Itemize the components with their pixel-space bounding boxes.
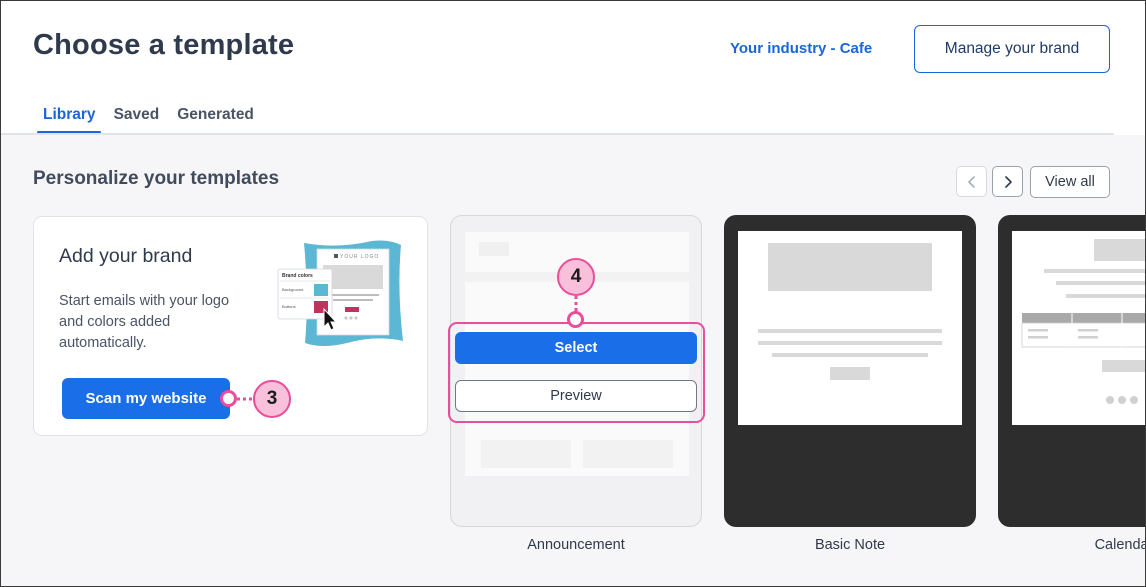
illustration-button: [345, 307, 359, 312]
illustration-popover-row: Background: [282, 287, 303, 292]
illustration-popover-row: Buttons: [282, 304, 296, 309]
illustration-logo-mark: [334, 254, 338, 258]
illustration-popover-title: Brand colors: [282, 273, 313, 279]
app-window: Choose a template Your industry - Cafe M…: [0, 0, 1146, 587]
template-name-basic-note: Basic Note: [814, 537, 886, 553]
brand-card-title: Add your brand: [59, 245, 193, 267]
brand-card-description: Start emails with your logo and colors a…: [59, 291, 259, 354]
template-name-announcement: Announcement: [527, 537, 625, 553]
brand-desc-line: automatically.: [59, 335, 147, 351]
template-card-basic-note[interactable]: [724, 215, 976, 527]
basic-note-thumbnail: [738, 231, 962, 425]
template-name-calendar: Calendar: [1094, 537, 1145, 553]
illustration-logo-text: YOUR LOGO: [340, 254, 379, 260]
tab-library[interactable]: Library: [33, 106, 105, 134]
brand-desc-line: and colors added: [59, 314, 171, 330]
illustration-text-line: [333, 299, 373, 301]
illustration-social-dot: [354, 316, 358, 320]
illustration-text-line: [327, 294, 379, 296]
illustration-background-swatch: [314, 284, 328, 296]
tab-generated[interactable]: Generated: [168, 106, 263, 134]
brand-desc-line: Start emails with your logo: [59, 293, 230, 309]
template-card-calendar[interactable]: [998, 215, 1145, 527]
chevron-left-icon: [967, 175, 975, 188]
preview-template-button[interactable]: Preview: [455, 380, 697, 412]
page-title: Choose a template: [33, 29, 295, 61]
illustration-social-dot: [349, 316, 353, 320]
callout-badge-4: 4: [557, 258, 595, 296]
section-title: Personalize your templates: [33, 168, 280, 189]
tab-bar: Library Saved Generated: [33, 106, 263, 134]
tab-saved[interactable]: Saved: [105, 106, 169, 134]
callout-anchor-dot: [567, 311, 584, 328]
industry-link[interactable]: Your industry - Cafe: [730, 40, 872, 57]
carousel-prev-button[interactable]: [956, 166, 987, 197]
callout-badge-3: 3: [253, 380, 291, 418]
illustration-social-dot: [344, 316, 348, 320]
manage-brand-button[interactable]: Manage your brand: [914, 25, 1110, 73]
carousel-next-button[interactable]: [992, 166, 1023, 197]
chevron-right-icon: [1004, 175, 1012, 188]
brand-illustration: YOUR LOGO Brand colors Background Button…: [277, 240, 403, 346]
select-template-button[interactable]: Select: [455, 332, 697, 364]
callout-anchor-dot: [220, 390, 237, 407]
view-all-button[interactable]: View all: [1030, 166, 1110, 198]
scan-website-button[interactable]: Scan my website: [62, 378, 230, 419]
calendar-thumbnail: [1012, 231, 1145, 425]
